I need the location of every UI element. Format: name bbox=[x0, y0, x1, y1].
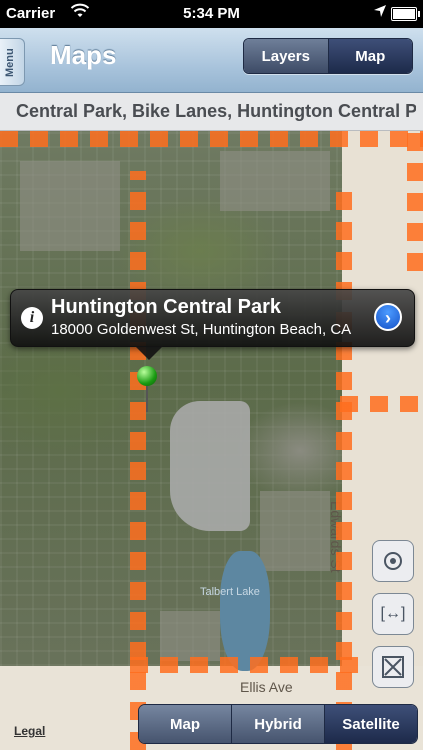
neighborhood-block bbox=[160, 611, 220, 661]
callout-subtitle: 18000 Goldenwest St, Huntington Beach, C… bbox=[51, 321, 352, 338]
location-pin-icon[interactable] bbox=[137, 366, 157, 386]
battery-icon bbox=[391, 7, 420, 21]
lake bbox=[220, 551, 270, 671]
bike-lane-top bbox=[0, 131, 423, 147]
layers-map-toggle: Layers Map bbox=[243, 38, 413, 74]
bike-lane-south bbox=[130, 657, 360, 673]
clock: 5:34 PM bbox=[183, 5, 240, 22]
fit-bounds-icon: [↔] bbox=[380, 605, 406, 622]
lake-label: Talbert Lake bbox=[200, 586, 260, 598]
parking-lot bbox=[170, 401, 250, 531]
map-type-map[interactable]: Map bbox=[139, 705, 232, 743]
map-button[interactable]: Map bbox=[328, 39, 412, 73]
fit-bounds-button[interactable]: [↔] bbox=[372, 593, 414, 635]
locate-button[interactable] bbox=[372, 540, 414, 582]
page-title: Maps bbox=[50, 40, 117, 70]
pin-stick bbox=[146, 384, 148, 412]
status-bar: Carrier 5:34 PM bbox=[0, 0, 423, 28]
bike-lane-connector bbox=[340, 396, 423, 412]
map-type-hybrid[interactable]: Hybrid bbox=[232, 705, 325, 743]
menu-tab-button[interactable]: Menu bbox=[0, 38, 25, 86]
place-callout[interactable]: i Huntington Central Park 18000 Goldenwe… bbox=[10, 289, 415, 360]
neighborhood-block bbox=[220, 151, 330, 211]
neighborhood-block bbox=[20, 161, 120, 251]
clear-button[interactable] bbox=[372, 646, 414, 688]
street-label-ellis: Ellis Ave bbox=[240, 679, 293, 695]
layer-title-bar: Central Park, Bike Lanes, Huntington Cen… bbox=[0, 93, 423, 131]
clear-icon bbox=[373, 647, 413, 687]
map-type-selector: Map Hybrid Satellite bbox=[138, 704, 418, 744]
disclosure-arrow-icon[interactable]: › bbox=[374, 303, 402, 331]
info-icon[interactable]: i bbox=[21, 307, 43, 329]
layers-button[interactable]: Layers bbox=[244, 39, 329, 73]
satellite-map[interactable]: Edwards St Ellis Ave Talbert Lake bbox=[0, 131, 423, 750]
navigation-bar: Menu Maps Layers Map bbox=[0, 28, 423, 93]
locate-icon bbox=[373, 541, 413, 581]
layer-title: Central Park, Bike Lanes, Huntington Cen… bbox=[16, 101, 416, 121]
bike-lane-far-east bbox=[407, 131, 423, 271]
map-type-satellite[interactable]: Satellite bbox=[325, 705, 417, 743]
menu-label: Menu bbox=[4, 48, 16, 77]
legal-link[interactable]: Legal bbox=[14, 724, 45, 738]
callout-title: Huntington Central Park bbox=[51, 296, 282, 318]
neighborhood-block bbox=[260, 491, 330, 571]
location-arrow-icon bbox=[373, 4, 387, 22]
